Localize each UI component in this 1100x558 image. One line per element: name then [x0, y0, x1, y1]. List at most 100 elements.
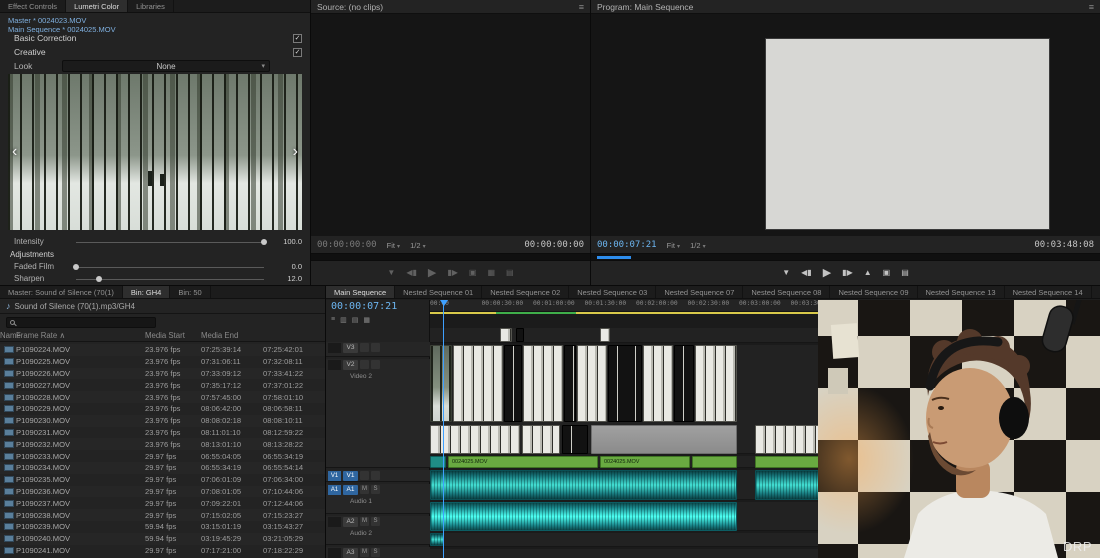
solo-button[interactable]: S — [371, 517, 380, 526]
lumetri-clip-ref[interactable]: Master * 0024023.MOV — [8, 16, 302, 25]
timeline-clip[interactable] — [755, 425, 822, 454]
insert-icon[interactable]: ▦ — [487, 268, 495, 277]
markers-icon[interactable]: ▦ — [363, 316, 370, 324]
source-resolution-select[interactable]: 1/2 ▾ — [410, 241, 426, 250]
linked-selection-icon[interactable]: ▤ — [352, 316, 359, 324]
panel-menu-icon[interactable]: ≡ — [579, 2, 584, 12]
timeline-clip[interactable] — [755, 470, 822, 500]
column-header[interactable]: Media End — [201, 331, 263, 340]
P1090231.MOV[interactable]: P1090231.MOV 23.976 fps 08:11:01:10 08:1… — [0, 427, 325, 439]
P1090236.MOV[interactable]: P1090236.MOV 29.97 fps 07:08:01:05 07:10… — [0, 485, 325, 498]
creative-checkbox[interactable]: ✓ — [293, 48, 302, 57]
P1090238.MOV[interactable]: P1090238.MOV 29.97 fps 07:15:02:05 07:15… — [0, 509, 325, 521]
track-id-button[interactable]: A3 — [343, 548, 358, 558]
track-header-a1[interactable]: A1 A1 M S Audio 1 — [326, 484, 430, 514]
track-eye-icon[interactable] — [360, 471, 369, 480]
source-patch[interactable] — [328, 517, 341, 527]
basic-correction-checkbox[interactable]: ✓ — [293, 34, 302, 43]
mute-button[interactable]: M — [360, 517, 369, 526]
track-eye-icon[interactable] — [360, 343, 369, 352]
column-header[interactable]: Name — [0, 331, 21, 340]
timeline-clip[interactable] — [692, 456, 737, 468]
sequence-tab[interactable]: Main Sequence — [326, 286, 396, 298]
P1090226.MOV[interactable]: P1090226.MOV 23.976 fps 07:33:09:12 07:3… — [0, 367, 325, 380]
program-current-timecode[interactable]: 00:00:07:21 — [597, 240, 657, 250]
play-icon[interactable]: ▶ — [428, 266, 436, 279]
source-patch[interactable] — [328, 343, 341, 353]
P1090240.MOV[interactable]: P1090240.MOV 59.94 fps 03:19:45:29 03:21… — [0, 532, 325, 545]
add-marker-icon[interactable]: ▼ — [782, 268, 790, 277]
previous-look-icon[interactable]: ‹ — [12, 143, 17, 161]
timeline-clip[interactable] — [591, 425, 737, 454]
timeline-clip[interactable] — [577, 345, 607, 422]
sequence-menu-icon[interactable]: ≡ — [331, 316, 335, 324]
track-header-v1[interactable]: V1 V1 — [326, 470, 430, 482]
panel-tab[interactable]: Bin: GH4 — [122, 286, 171, 298]
timeline-clip[interactable] — [755, 456, 822, 468]
P1090229.MOV[interactable]: P1090229.MOV 23.976 fps 08:06:42:00 08:0… — [0, 403, 325, 415]
step-back-icon[interactable]: ◀▮ — [406, 268, 417, 277]
P1090237.MOV[interactable]: P1090237.MOV 29.97 fps 07:09:22:01 07:12… — [0, 497, 325, 509]
sequence-tab[interactable]: Nested Sequence 13 — [918, 286, 1005, 298]
solo-button[interactable]: S — [371, 548, 380, 557]
P1090233.MOV[interactable]: P1090233.MOV 29.97 fps 06:55:04:05 06:55… — [0, 450, 325, 462]
P1090241.MOV[interactable]: P1090241.MOV 29.97 fps 07:17:21:00 07:18… — [0, 545, 325, 557]
sequence-tab[interactable]: Nested Sequence 02 — [482, 286, 570, 298]
timeline-timecode[interactable]: 00:00:07:21 — [331, 301, 397, 312]
P1090239.MOV[interactable]: P1090239.MOV 59.94 fps 03:15:01:19 03:15… — [0, 521, 325, 533]
P1090234.MOV[interactable]: P1090234.MOV 29.97 fps 06:55:34:19 06:55… — [0, 461, 325, 474]
sequence-tab[interactable]: Nested Sequence 07 — [656, 286, 744, 298]
P1090227.MOV[interactable]: P1090227.MOV 23.976 fps 07:35:17:12 07:3… — [0, 379, 325, 391]
timeline-clip[interactable] — [600, 328, 610, 342]
sequence-tab[interactable]: Nested Sequence 03 — [569, 286, 657, 298]
track-header-v2[interactable]: V2 Video 2 — [326, 359, 430, 468]
look-select[interactable]: None ▾ — [62, 60, 270, 72]
sequence-tab[interactable]: Nested Sequence 16 — [1092, 286, 1100, 298]
faded-film-slider[interactable] — [73, 264, 264, 270]
snap-icon[interactable]: ▥ — [340, 316, 347, 324]
track-id-button[interactable]: V3 — [343, 343, 358, 353]
export-frame-icon[interactable]: ▣ — [469, 268, 477, 277]
timeline-clip[interactable] — [430, 533, 444, 546]
intensity-slider[interactable] — [76, 239, 267, 245]
track-id-button[interactable]: V1 — [343, 471, 358, 481]
timeline-clip[interactable] — [523, 345, 563, 422]
step-back-icon[interactable]: ◀▮ — [801, 268, 812, 277]
source-patch[interactable] — [328, 360, 341, 370]
faded-film-value[interactable]: 0.0 — [292, 262, 302, 271]
play-icon[interactable]: ▶ — [823, 266, 831, 279]
P1090225.MOV[interactable]: P1090225.MOV 23.976 fps 07:31:06:11 07:3… — [0, 356, 325, 368]
timeline-clip[interactable] — [430, 502, 737, 531]
timeline-clip[interactable] — [564, 345, 576, 422]
source-title[interactable]: Source: (no clips) — [317, 2, 383, 12]
playhead[interactable] — [440, 300, 448, 558]
export-frame-icon[interactable]: ▣ — [883, 268, 891, 277]
step-forward-icon[interactable]: ▮▶ — [842, 268, 853, 277]
track-header-a3[interactable]: A3MSAudio 3 — [326, 547, 430, 558]
step-forward-icon[interactable]: ▮▶ — [447, 268, 458, 277]
track-header-a2[interactable]: A2 M S Audio 2 — [326, 516, 430, 545]
P1090228.MOV[interactable]: P1090228.MOV 23.976 fps 07:57:45:00 07:5… — [0, 391, 325, 403]
mute-button[interactable]: M — [360, 548, 369, 557]
timeline-clip[interactable] — [430, 470, 737, 500]
timeline-clip[interactable] — [522, 425, 560, 454]
program-scrubber[interactable] — [591, 253, 1100, 261]
sequence-tab[interactable]: Nested Sequence 09 — [830, 286, 918, 298]
add-marker-icon[interactable]: ▼ — [387, 268, 395, 277]
search-box[interactable] — [6, 316, 156, 328]
timeline-clip[interactable] — [500, 328, 512, 342]
overwrite-icon[interactable]: ▤ — [506, 268, 514, 277]
track-eye-icon[interactable] — [360, 360, 369, 369]
sequence-tab[interactable]: Nested Sequence 01 — [395, 286, 483, 298]
creative-section[interactable]: Creative ✓ — [0, 47, 310, 60]
column-header[interactable]: Frame Rate ∧ — [16, 331, 145, 340]
P1090230.MOV[interactable]: P1090230.MOV 23.976 fps 08:08:02:18 08:0… — [0, 414, 325, 427]
timeline-clip[interactable]: 0024025.MOV — [600, 456, 690, 468]
program-zoom-select[interactable]: Fit ▾ — [667, 241, 680, 250]
solo-button[interactable]: S — [371, 485, 380, 494]
track-lock-icon[interactable] — [371, 343, 380, 352]
P1090224.MOV[interactable]: P1090224.MOV 23.976 fps 07:25:39:14 07:2… — [0, 344, 325, 356]
source-scrubber[interactable] — [311, 253, 590, 261]
next-look-icon[interactable]: › — [293, 143, 298, 161]
sharpen-value[interactable]: 12.0 — [287, 274, 302, 283]
